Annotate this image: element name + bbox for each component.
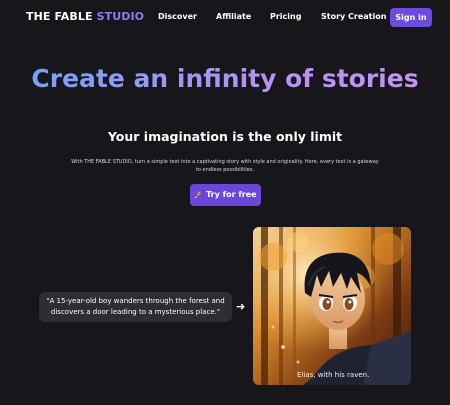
hero-title: Create an infinity of stories: [0, 63, 450, 95]
nav-pricing[interactable]: Pricing: [270, 12, 301, 21]
cta-label: Try for free: [206, 190, 257, 199]
arrow-right-icon: ➜: [236, 300, 246, 313]
nav-affiliate[interactable]: Affiliate: [216, 12, 251, 21]
brand-logo[interactable]: THE FABLE STUDIO: [26, 10, 144, 23]
signin-button[interactable]: Sign in: [390, 8, 432, 27]
nav-story-creation[interactable]: Story Creation: [321, 12, 386, 21]
hero-subtitle: Your imagination is the only limit: [107, 129, 343, 144]
rocket-icon: 🚀: [194, 191, 204, 199]
prompt-bubble: "A 15-year-old boy wanders through the f…: [39, 292, 232, 322]
hero-description: With THE FABLE STUDIO, turn a simple tex…: [71, 159, 379, 173]
anime-boy-forest-image: [253, 227, 411, 385]
logo-text: THE FABLE: [26, 10, 97, 23]
nav-discover[interactable]: Discover: [158, 12, 197, 21]
try-for-free-button[interactable]: 🚀 Try for free: [190, 184, 261, 206]
image-caption: Elias, with his raven.: [297, 371, 370, 379]
story-illustration: [253, 227, 411, 385]
logo-accent-text: STUDIO: [96, 10, 145, 23]
top-navbar: THE FABLE STUDIO Discover Affiliate Pric…: [0, 0, 450, 35]
